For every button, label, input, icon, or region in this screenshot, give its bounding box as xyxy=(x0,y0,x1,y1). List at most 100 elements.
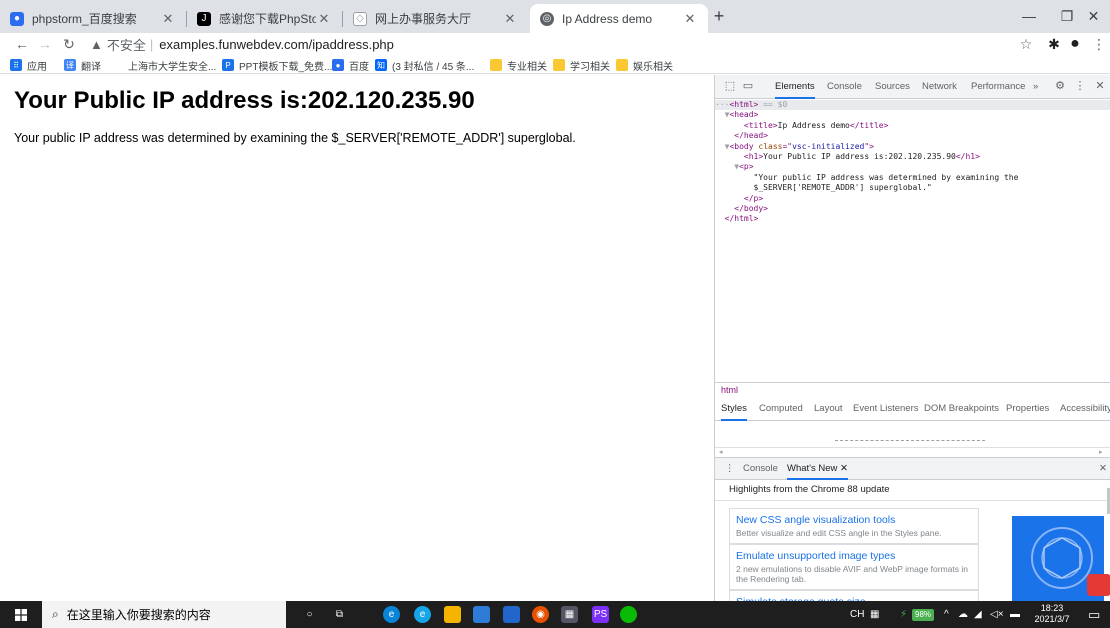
card-title[interactable]: New CSS angle visualization tools xyxy=(736,514,972,526)
battery-icon[interactable]: ▬ xyxy=(1010,601,1020,628)
bookmark-folder-major[interactable]: 专业相关 xyxy=(490,57,547,73)
whats-new-card[interactable]: New CSS angle visualization tools Better… xyxy=(729,508,979,544)
dom-node-h1[interactable]: <h1>Your Public IP address is:202.120.23… xyxy=(715,152,1110,162)
battery-indicator[interactable]: 98% xyxy=(912,609,935,621)
edge-icon[interactable]: e xyxy=(383,606,400,623)
dom-p-text: "Your public IP address was determined b… xyxy=(753,172,1019,182)
drawer-menu-icon[interactable]: ⋮ xyxy=(725,458,735,480)
tab-title: phpstorm_百度搜索 xyxy=(32,12,137,26)
bookmark-translate[interactable]: 译 翻译 xyxy=(64,57,101,73)
dom-breadcrumb[interactable]: html xyxy=(715,382,1110,396)
subtab-event-listeners[interactable]: Event Listeners xyxy=(853,397,918,421)
inspect-element-icon[interactable]: ⬚ xyxy=(723,79,737,93)
back-arrow-icon[interactable]: ← xyxy=(13,35,31,53)
devtools-tab-network[interactable]: Network xyxy=(922,75,957,99)
card-title[interactable]: Emulate unsupported image types xyxy=(736,550,972,562)
store-icon[interactable] xyxy=(503,606,520,623)
address-bar[interactable]: ▲ 不安全 | examples.funwebdev.com/ipaddress… xyxy=(90,33,394,55)
subtab-layout[interactable]: Layout xyxy=(814,397,843,421)
subtab-accessibility[interactable]: Accessibility xyxy=(1060,397,1110,421)
windows-start-icon[interactable] xyxy=(12,606,29,623)
calculator-icon[interactable]: ▦ xyxy=(561,606,578,623)
dom-node-body[interactable]: ▼<body class="vsc-initialized"> xyxy=(715,142,1110,152)
devtools-tab-performance[interactable]: Performance xyxy=(971,75,1025,99)
wifi-icon[interactable]: ◢ xyxy=(974,601,982,628)
close-icon[interactable]: ✕ xyxy=(316,11,332,27)
subtab-computed[interactable]: Computed xyxy=(759,397,803,421)
warning-triangle-icon[interactable]: ▲ xyxy=(90,37,103,52)
bookmark-baidu[interactable]: ● 百度 xyxy=(332,57,369,73)
notifications-icon[interactable]: ▭ xyxy=(1088,601,1100,628)
subtab-styles[interactable]: Styles xyxy=(721,397,747,421)
bookmark-folder-fun[interactable]: 娱乐相关 xyxy=(616,57,673,73)
close-icon[interactable]: ✕ xyxy=(840,463,848,474)
close-icon[interactable]: ✕ xyxy=(682,11,698,27)
menu-kebab-icon[interactable]: ⋮ xyxy=(1090,35,1108,53)
bookmark-star-icon[interactable]: ☆ xyxy=(1017,35,1035,53)
new-tab-button[interactable]: + xyxy=(708,0,730,33)
dom-node-body-close: </body> xyxy=(734,203,768,213)
close-icon[interactable]: ✕ xyxy=(160,11,176,27)
dom-node-html-close: </html> xyxy=(724,214,759,224)
cloud-icon[interactable]: ☁ xyxy=(958,601,968,628)
taskbar-search-box[interactable]: ⌕ 在这里输入你要搜索的内容 xyxy=(42,601,286,628)
ime-indicator[interactable]: CH xyxy=(850,601,864,628)
devtools-more-tabs[interactable]: » xyxy=(1033,75,1038,99)
youtube-play-icon[interactable] xyxy=(1087,574,1110,596)
url-text[interactable]: examples.funwebdev.com/ipaddress.php xyxy=(159,37,394,52)
close-icon[interactable]: ✕ xyxy=(1093,79,1107,93)
bookmark-shanghai-safety[interactable]: 上海市大学生安全... xyxy=(128,57,216,73)
menu-kebab-icon[interactable]: ⋮ xyxy=(1073,79,1087,93)
dom-node-title[interactable]: <title>Ip Address demo</title> xyxy=(715,121,1110,131)
tab-phpstorm-baidu[interactable]: ● phpstorm_百度搜索 ✕ xyxy=(0,4,186,33)
extensions-icon[interactable]: ✱ xyxy=(1045,35,1063,53)
wechat-icon[interactable] xyxy=(620,606,637,623)
bookmark-ppt[interactable]: P PPT模板下载_免费... xyxy=(222,57,332,73)
cortana-icon[interactable]: ○ xyxy=(301,606,318,623)
drawer-tab-label: What's New xyxy=(787,463,838,474)
chevron-up-icon[interactable]: ^ xyxy=(944,601,949,628)
horizontal-scrollbar[interactable]: ◂ ▸ xyxy=(715,447,1110,457)
divider xyxy=(835,440,985,441)
profile-avatar-icon[interactable]: ● xyxy=(1066,35,1084,53)
drawer-tab-console[interactable]: Console xyxy=(743,458,778,480)
device-toolbar-icon[interactable]: ▭ xyxy=(741,79,755,93)
tab-gov-service[interactable]: ◇ 网上办事服务大厅 ✕ xyxy=(343,4,528,33)
dom-p-text-line-2: $_SERVER['REMOTE_ADDR'] superglobal." xyxy=(715,183,1110,193)
dom-node-p[interactable]: ▼<p> xyxy=(715,162,1110,172)
devtools-tab-sources[interactable]: Sources xyxy=(875,75,910,99)
insecure-label[interactable]: 不安全 xyxy=(107,35,146,54)
phpstorm-icon[interactable]: PS xyxy=(592,606,609,623)
drawer-tab-whats-new[interactable]: What's New ✕ xyxy=(787,458,848,480)
dom-node-html[interactable]: ···<html> == $0 xyxy=(715,100,1110,111)
subtab-dom-breakpoints[interactable]: DOM Breakpoints xyxy=(924,397,999,421)
subtab-properties[interactable]: Properties xyxy=(1006,397,1049,421)
bookmark-zhihu[interactable]: 知 (3 封私信 / 45 条... xyxy=(375,57,474,73)
file-explorer-icon[interactable] xyxy=(444,606,461,623)
chrome-icon[interactable]: ◉ xyxy=(532,606,549,623)
devtools-tab-elements[interactable]: Elements xyxy=(775,75,815,99)
dom-node-head-close: </head> xyxy=(734,131,768,141)
devtools-tab-console[interactable]: Console xyxy=(827,75,862,99)
close-window-icon[interactable]: ✕ xyxy=(1077,0,1110,33)
browser-360-icon[interactable]: e xyxy=(414,606,431,623)
reload-icon[interactable]: ↻ xyxy=(60,35,78,53)
forward-arrow-icon[interactable]: → xyxy=(36,35,54,53)
shield-icon[interactable] xyxy=(473,606,490,623)
clock[interactable]: 18:23 2021/3/7 xyxy=(1030,603,1074,625)
close-icon[interactable]: ✕ xyxy=(502,11,518,27)
task-view-icon[interactable]: ⧉ xyxy=(331,606,348,623)
dom-node-head[interactable]: ▼<head> xyxy=(715,110,1110,120)
tab-phpstorm-download[interactable]: J 感谢您下载PhpStorm! ✕ xyxy=(187,4,342,33)
gear-icon[interactable]: ⚙ xyxy=(1053,79,1067,93)
volume-icon[interactable]: ◁× xyxy=(990,601,1004,628)
scroll-left-icon[interactable]: ◂ xyxy=(719,448,723,456)
whats-new-card[interactable]: Emulate unsupported image types 2 new em… xyxy=(729,544,979,590)
bookmark-folder-study[interactable]: 学习相关 xyxy=(553,57,610,73)
tab-ip-address-demo[interactable]: ◎ Ip Address demo ✕ xyxy=(530,4,708,33)
minimize-icon[interactable]: — xyxy=(1009,0,1049,33)
keyboard-layout-icon[interactable]: ▦ xyxy=(870,601,879,628)
close-drawer-icon[interactable]: ✕ xyxy=(1099,458,1107,480)
bookmark-apps[interactable]: ⠿ 应用 xyxy=(10,57,47,73)
scroll-right-icon[interactable]: ▸ xyxy=(1099,448,1103,456)
